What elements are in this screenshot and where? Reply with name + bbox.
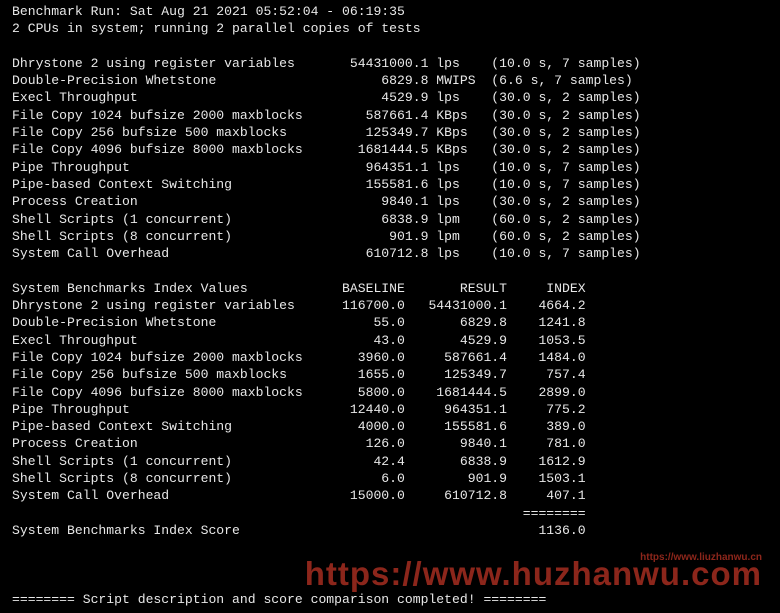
terminal-output: Benchmark Run: Sat Aug 21 2021 05:52:04 …: [0, 0, 780, 608]
